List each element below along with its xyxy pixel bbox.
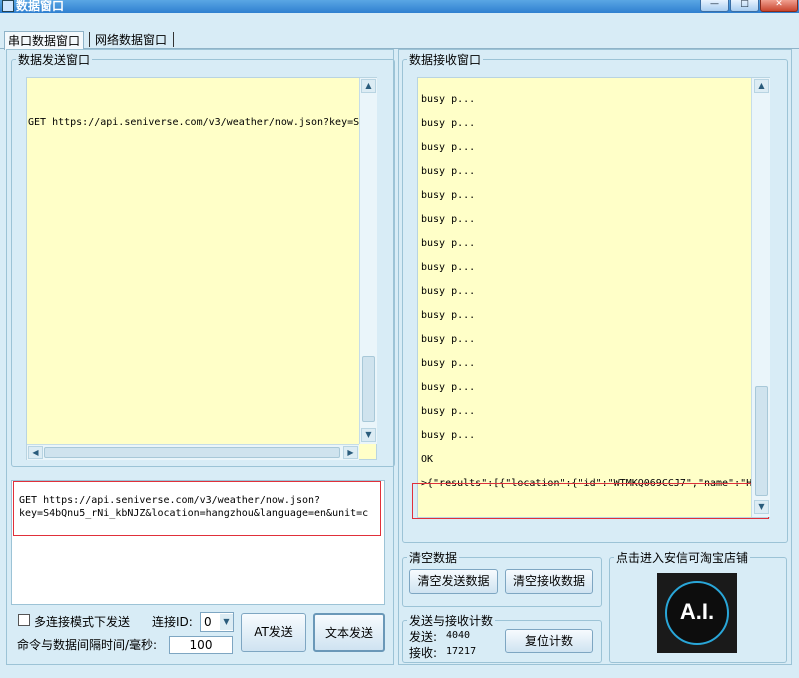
scroll-right-icon[interactable]: ▶ (343, 446, 358, 459)
minimize-button[interactable]: — (700, 0, 729, 12)
recv-textarea[interactable]: busy p... busy p... busy p... busy p... … (417, 77, 770, 518)
shop-group-legend: 点击进入安信可淘宝店铺 (616, 551, 749, 565)
recv-line: busy p... (421, 382, 476, 393)
recv-count-value: 17217 (446, 646, 477, 657)
clear-group-legend: 清空数据 (409, 551, 458, 565)
send-text: GET https://api.seniverse.com/v3/weather… (28, 117, 366, 128)
conn-id-value: 0 (204, 615, 212, 629)
recv-line: busy p... (421, 142, 476, 153)
clear-send-button[interactable]: 清空发送数据 (409, 569, 498, 594)
window-title: 数据窗口 (16, 0, 65, 13)
recv-line: busy p... (421, 118, 476, 129)
recv-line: OK (421, 454, 434, 465)
send-hscroll[interactable]: ◀ ▶ (27, 444, 359, 460)
recv-line: busy p... (421, 334, 476, 345)
at-send-button[interactable]: AT发送 (241, 613, 306, 652)
edit-line-2: key=S4bQnu5_rNi_kbNJZ&location=hangzhou&… (19, 508, 369, 519)
maximize-button[interactable]: □ (730, 0, 759, 12)
chevron-down-icon[interactable]: ▼ (220, 614, 233, 630)
recv-line: busy p... (421, 238, 476, 249)
send-count-value: 4040 (446, 630, 471, 641)
recv-line: busy p... (421, 166, 476, 177)
clear-recv-button[interactable]: 清空接收数据 (505, 569, 593, 594)
tab-separator (173, 32, 174, 47)
send-textarea[interactable]: GET https://api.seniverse.com/v3/weather… (26, 77, 377, 460)
recv-panel-legend: 数据接收窗口 (409, 53, 482, 67)
conn-id-label: 连接ID: (152, 615, 193, 629)
scroll-up-icon[interactable]: ▲ (754, 79, 769, 93)
text-send-button[interactable]: 文本发送 (313, 613, 385, 652)
send-vscroll[interactable]: ▲ ▼ (359, 78, 377, 444)
scroll-thumb[interactable] (755, 386, 768, 496)
recv-line: busy p... (421, 94, 476, 105)
recv-line: busy p... (421, 190, 476, 201)
count-group-legend: 发送与接收计数 (409, 614, 494, 628)
recv-line: busy p... (421, 214, 476, 225)
tab-serial[interactable]: 串口数据窗口 (4, 31, 85, 50)
app-icon (2, 0, 14, 12)
recv-line: busy p... (421, 406, 476, 417)
recv-count-label: 接收: (409, 646, 438, 660)
recv-line: busy p... (421, 310, 476, 321)
interval-input[interactable]: 100 (169, 636, 233, 654)
scroll-thumb[interactable] (362, 356, 375, 422)
recv-line: busy p... (421, 430, 476, 441)
multi-conn-checkbox[interactable] (18, 614, 30, 626)
scroll-down-icon[interactable]: ▼ (754, 500, 769, 514)
close-button[interactable]: ✕ (760, 0, 798, 12)
tab-separator (89, 32, 90, 47)
logo-text: A.I. (679, 599, 715, 624)
edit-line-1: GET https://api.seniverse.com/v3/weather… (19, 495, 321, 506)
title-bar: 数据窗口 — □ ✕ (0, 0, 799, 13)
interval-label: 命令与数据间隔时间/毫秒: (17, 638, 158, 652)
shop-logo[interactable]: A.I. (657, 573, 737, 653)
hscroll-thumb[interactable] (44, 447, 340, 458)
scroll-up-icon[interactable]: ▲ (361, 79, 376, 93)
scroll-left-icon[interactable]: ◀ (28, 446, 43, 459)
tab-network[interactable]: 网络数据窗口 (92, 31, 170, 49)
recv-line: busy p... (421, 262, 476, 273)
send-panel-legend: 数据发送窗口 (18, 53, 91, 67)
reset-count-button[interactable]: 复位计数 (505, 629, 593, 653)
send-count-label: 发送: (409, 630, 438, 644)
recv-vscroll[interactable]: ▲ ▼ (751, 78, 770, 517)
multi-conn-label: 多连接模式下发送 (34, 615, 131, 629)
recv-line: busy p... (421, 286, 476, 297)
scroll-down-icon[interactable]: ▼ (361, 428, 376, 442)
conn-id-select[interactable]: 0 ▼ (200, 612, 234, 632)
recv-line: busy p... (421, 358, 476, 369)
highlight-box (412, 483, 769, 519)
